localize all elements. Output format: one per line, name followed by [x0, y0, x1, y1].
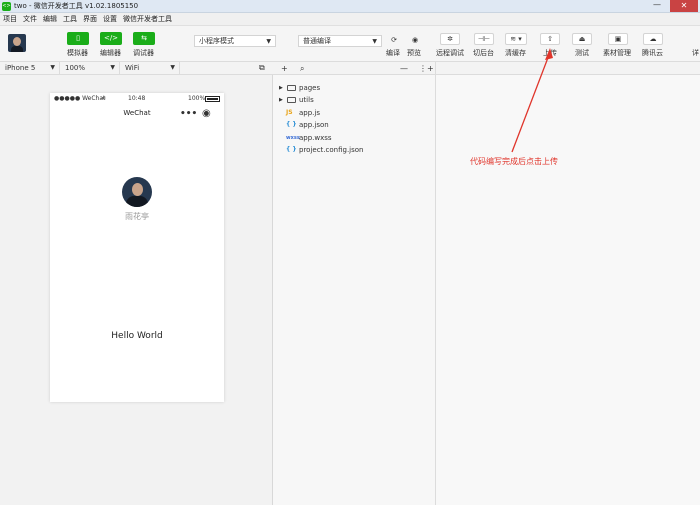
- avatar-face: [13, 37, 21, 46]
- menu-project[interactable]: 项目: [0, 13, 20, 26]
- preview-label: 预览: [407, 49, 421, 57]
- debugger-label: 调试器: [133, 49, 154, 57]
- carrier-signal: ●●●●● WeChat: [54, 95, 106, 102]
- tree-item-app-json[interactable]: { } app.json: [273, 119, 436, 131]
- preview-icon[interactable]: ◉: [409, 34, 421, 46]
- chevron-down-icon: ▼: [50, 64, 55, 71]
- compile-icon[interactable]: ⟳: [388, 34, 400, 46]
- title-bar: <> two - 微信开发者工具 v1.02.1805150 — ✕: [0, 0, 700, 13]
- upload-button[interactable]: ⇧: [540, 33, 560, 45]
- assets-label: 素材管理: [603, 49, 631, 57]
- editor-label: 编辑器: [100, 49, 121, 57]
- editor-toggle-button[interactable]: </>: [100, 32, 122, 45]
- tree-item-pages[interactable]: ▶ pages: [273, 82, 436, 94]
- avatar-face: [132, 183, 143, 196]
- collapse-icon[interactable]: —: [400, 62, 408, 75]
- network-select[interactable]: WiFi ▼: [120, 62, 180, 74]
- annotation-text: 代码编写完成后点击上传: [470, 157, 558, 166]
- compile-mode-value: 普通编译: [303, 37, 331, 45]
- tencent-cloud-button[interactable]: ☁: [643, 33, 663, 45]
- device-bar: iPhone 5 ▼ 100% ▼ WiFi ▼ ⧉: [0, 62, 273, 75]
- tree-item-app-js[interactable]: JS app.js: [273, 107, 436, 119]
- compile-mode-select[interactable]: 普通编译 ▼: [298, 35, 382, 47]
- more-options-icon[interactable]: ⋮+: [419, 62, 434, 75]
- tencent-cloud-label: 腾讯云: [642, 49, 663, 57]
- menu-edit[interactable]: 编辑: [40, 13, 60, 26]
- battery-icon: [205, 96, 220, 102]
- zoom-select[interactable]: 100% ▼: [60, 62, 120, 74]
- mode-select[interactable]: 小程序模式 ▼: [194, 35, 276, 47]
- status-time: 10:48: [128, 95, 146, 102]
- remote-debug-button[interactable]: ✲: [440, 33, 460, 45]
- editor-tab-bar: [436, 62, 700, 75]
- window-title: two - 微信开发者工具 v1.02.1805150: [14, 2, 139, 10]
- user-avatar-large: [122, 177, 152, 207]
- phone-status-bar: ●●●●● WeChat ≈ 10:48 100%: [50, 93, 224, 105]
- avatar-body: [11, 46, 23, 52]
- detach-window-icon[interactable]: ⧉: [259, 62, 265, 74]
- mode-select-value: 小程序模式: [199, 37, 234, 45]
- more-dots-icon[interactable]: •••: [180, 108, 197, 120]
- tree-item-utils[interactable]: ▶ utils: [273, 94, 436, 106]
- user-avatar[interactable]: [8, 34, 26, 52]
- chevron-down-icon: ▼: [372, 38, 377, 45]
- minimize-button[interactable]: —: [648, 0, 666, 12]
- menu-settings[interactable]: 设置: [100, 13, 120, 26]
- add-file-icon[interactable]: +: [281, 62, 288, 75]
- details-label[interactable]: 详: [692, 48, 699, 58]
- search-icon[interactable]: ⌕: [300, 62, 304, 75]
- test-label: 测试: [575, 49, 589, 57]
- toolbar: ▯ 模拟器 </> 编辑器 ⇆ 调试器 小程序模式 ▼ 普通编译 ▼ ⟳ 编译 …: [0, 26, 700, 62]
- close-button[interactable]: ✕: [670, 0, 698, 12]
- chevron-down-icon: ▼: [266, 38, 271, 45]
- menu-file[interactable]: 文件: [20, 13, 40, 26]
- capsule-menu[interactable]: ••• ◉: [174, 108, 214, 120]
- user-nickname: 雨花亭: [125, 212, 149, 221]
- clear-cache-button[interactable]: ≋ ▾: [505, 33, 527, 45]
- battery-percent: 100%: [188, 95, 206, 102]
- device-select-value: iPhone 5: [5, 64, 36, 72]
- record-icon[interactable]: ◉: [202, 108, 211, 120]
- simulator-label: 模拟器: [67, 49, 88, 57]
- switch-background-button[interactable]: ⊣⊢: [474, 33, 494, 45]
- device-select[interactable]: iPhone 5 ▼: [0, 62, 60, 74]
- chevron-down-icon: ▼: [170, 64, 175, 71]
- simulator-panel: ●●●●● WeChat ≈ 10:48 100% WeChat ••• ◉ 雨…: [0, 75, 273, 505]
- test-button[interactable]: ⏏: [572, 33, 592, 45]
- json-file-icon: { }: [286, 121, 297, 128]
- wxss-file-icon: wxss: [286, 135, 300, 141]
- network-select-value: WiFi: [125, 64, 140, 72]
- menu-view[interactable]: 界面: [80, 13, 100, 26]
- switch-background-label: 切后台: [473, 49, 494, 57]
- simulator-toggle-button[interactable]: ▯: [67, 32, 89, 45]
- phone-screen: ●●●●● WeChat ≈ 10:48 100% WeChat ••• ◉ 雨…: [50, 93, 224, 402]
- editor-area[interactable]: [436, 75, 700, 505]
- debugger-toggle-button[interactable]: ⇆: [133, 32, 155, 45]
- menu-bar: 项目 文件 编辑 工具 界面 设置 微信开发者工具: [0, 13, 700, 26]
- menu-wechat-devtools[interactable]: 微信开发者工具: [120, 13, 175, 26]
- folder-icon: [287, 97, 296, 103]
- file-tree: ▶ pages ▶ utils JS app.js { } app.json w…: [273, 75, 436, 505]
- upload-label: 上传: [543, 49, 557, 57]
- tree-item-app-wxss[interactable]: wxss app.wxss: [273, 132, 436, 144]
- chevron-down-icon: ▼: [110, 64, 115, 71]
- caret-right-icon: ▶: [279, 85, 283, 91]
- clear-cache-label: 清缓存: [505, 49, 526, 57]
- avatar-body: [126, 196, 148, 207]
- file-tree-toolbar: + ⌕ — ⋮+: [273, 62, 436, 75]
- js-file-icon: JS: [286, 109, 293, 116]
- compile-label: 编译: [386, 49, 400, 57]
- json-file-icon: { }: [286, 146, 297, 153]
- menu-tools[interactable]: 工具: [60, 13, 80, 26]
- remote-debug-label: 远程调试: [436, 49, 464, 57]
- assets-button[interactable]: ▣: [608, 33, 628, 45]
- zoom-select-value: 100%: [65, 64, 86, 72]
- tree-item-project-config-json[interactable]: { } project.config.json: [273, 144, 436, 156]
- app-logo-icon: <>: [2, 2, 11, 11]
- folder-icon: [287, 85, 296, 91]
- caret-right-icon: ▶: [279, 97, 283, 103]
- hello-text: Hello World: [111, 331, 163, 341]
- wifi-icon: ≈: [101, 95, 107, 102]
